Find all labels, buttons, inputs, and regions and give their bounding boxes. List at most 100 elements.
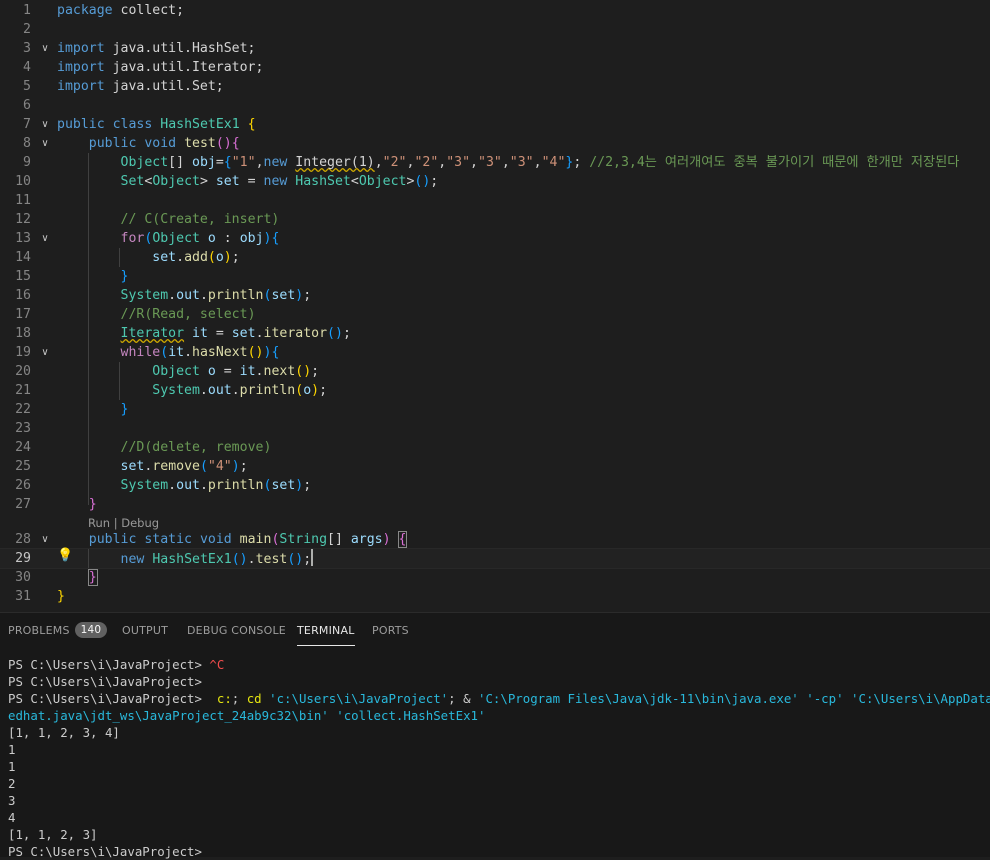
code-text: public static void main(String[] args) { [57, 530, 408, 549]
line-number: 14 [15, 250, 31, 265]
line-number: 19 [15, 345, 31, 360]
code-line[interactable]: 25 set.remove("4"); [0, 457, 990, 476]
fold-chevron-icon[interactable]: ∨ [38, 134, 52, 153]
code-token: . [247, 552, 256, 567]
code-line[interactable]: 3 ∨ import java.util.HashSet; [0, 39, 990, 58]
terminal-text: '-cp' [806, 691, 844, 706]
code-text: import java.util.Iterator; [57, 58, 263, 77]
code-token: "2" [414, 155, 439, 170]
code-line[interactable]: 14 set.add(o); [0, 248, 990, 267]
code-line[interactable]: 1 package collect; [0, 1, 990, 20]
fold-chevron-icon[interactable]: ∨ [38, 115, 52, 134]
code-token: , [255, 155, 264, 170]
fold-chevron-icon[interactable]: ∨ [38, 530, 52, 549]
code-line[interactable]: 2 [0, 20, 990, 39]
terminal-line: PS C:\Users\i\JavaProject> [8, 673, 990, 690]
terminal-text: ; & [448, 691, 478, 706]
code-token: set [120, 459, 145, 474]
code-token: "3" [446, 155, 471, 170]
code-token: Object [152, 231, 200, 246]
code-line[interactable]: 21 System.out.println(o); [0, 381, 990, 400]
code-text: public class HashSetEx1 { [57, 115, 256, 134]
terminal-output[interactable]: PS C:\Users\i\JavaProject> ^C PS C:\Users… [8, 656, 990, 860]
terminal-text: [1, 1, 2, 3, 4] [8, 725, 120, 740]
code-token: [] [168, 155, 192, 170]
code-token: public [57, 117, 105, 132]
code-line[interactable]: 11 [0, 191, 990, 210]
code-line[interactable]: 22 } [0, 400, 990, 419]
fold-chevron-icon[interactable]: ∨ [38, 229, 52, 248]
code-line[interactable]: 10 Set<Object> set = new HashSet<Object>… [0, 172, 990, 191]
tab-output[interactable]: OUTPUT [122, 613, 168, 649]
code-line[interactable]: 9 Object[] obj={"1",new Integer(1),"2","… [0, 153, 990, 172]
code-line[interactable]: 30 } [0, 568, 990, 587]
terminal-text: 2 [8, 776, 16, 791]
code-line[interactable]: 29 new HashSetEx1().test(); [0, 548, 990, 569]
code-token: ; [231, 250, 240, 265]
code-line[interactable]: 4 import java.util.Iterator; [0, 58, 990, 77]
code-line[interactable]: 20 Object o = it.next(); [0, 362, 990, 381]
code-line[interactable]: 28 ∨ public static void main(String[] arg… [0, 530, 990, 549]
code-line[interactable]: 7 ∨ public class HashSetEx1 { [0, 115, 990, 134]
tab-terminal[interactable]: TERMINAL [297, 613, 355, 649]
code-line[interactable]: 8 ∨ public void test(){ [0, 134, 990, 153]
code-token: java.util.HashSet; [104, 41, 256, 56]
code-token: it [168, 345, 185, 360]
terminal-text: c: [216, 691, 232, 706]
fold-chevron-icon[interactable]: ∨ [38, 39, 52, 58]
code-line[interactable]: 15 } [0, 267, 990, 286]
terminal-line: edhat.java\jdt_ws\JavaProject_24ab9c32\b… [8, 707, 990, 724]
code-line[interactable]: 18 Iterator it = set.iterator(); [0, 324, 990, 343]
tab-ports[interactable]: PORTS [372, 613, 409, 649]
code-token: java.util.Iterator; [104, 60, 264, 75]
code-line[interactable]: 6 [0, 96, 990, 115]
code-token: ( [207, 250, 216, 265]
code-token: . [231, 383, 240, 398]
code-line[interactable]: 12 // C(Create, insert) [0, 210, 990, 229]
fold-chevron-icon[interactable]: ∨ [38, 343, 52, 362]
lightbulb-icon[interactable]: 💡 [57, 548, 73, 563]
code-token: = [239, 174, 264, 189]
indent-guide [119, 362, 120, 400]
code-line[interactable]: 16 System.out.println(set); [0, 286, 990, 305]
terminal-text: edhat.java\jdt_ws\JavaProject_24ab9c32\b… [8, 708, 329, 723]
code-token: { [271, 345, 280, 360]
code-token: ) [311, 383, 320, 398]
code-text: //R(Read, select) [57, 305, 256, 324]
text-cursor [311, 549, 314, 566]
indent-guide [88, 153, 89, 505]
code-token: set [215, 174, 240, 189]
code-line[interactable]: 17 //R(Read, select) [0, 305, 990, 324]
code-line[interactable]: 13 ∨ for(Object o : obj){ [0, 229, 990, 248]
code-token: set [271, 288, 296, 303]
code-line[interactable]: 24 //D(delete, remove) [0, 438, 990, 457]
line-number: 2 [23, 22, 31, 37]
code-text: public void test(){ [57, 134, 240, 153]
codelens-run-debug[interactable]: Run | Debug [88, 515, 159, 531]
code-line[interactable]: 26 System.out.println(set); [0, 476, 990, 495]
terminal-line: 3 [8, 792, 990, 809]
code-token: //D(delete, remove) [120, 440, 272, 455]
code-token: new [263, 174, 288, 189]
terminal-text: 'c:\Users\i\JavaProject' [269, 691, 449, 706]
code-token: new [263, 155, 288, 170]
code-token: ; [303, 288, 312, 303]
code-line[interactable]: 23 [0, 419, 990, 438]
code-line[interactable]: 31} [0, 587, 990, 606]
line-number: 21 [15, 383, 31, 398]
code-token: new [120, 552, 145, 567]
tab-debug-console[interactable]: DEBUG CONSOLE [187, 613, 286, 649]
code-editor[interactable]: 1 package collect; 2 3 ∨ import java.util.Has… [0, 0, 990, 612]
code-token: "1" [231, 155, 256, 170]
code-line[interactable]: 19 ∨ while(it.hasNext()){ [0, 343, 990, 362]
tab-problems[interactable]: PROBLEMS 140 [8, 613, 108, 649]
code-line[interactable]: 5 import java.util.Set; [0, 77, 990, 96]
code-text: } [57, 587, 65, 606]
code-token: set [271, 478, 296, 493]
code-line[interactable]: 27 } [0, 495, 990, 514]
code-token: args [350, 532, 383, 547]
